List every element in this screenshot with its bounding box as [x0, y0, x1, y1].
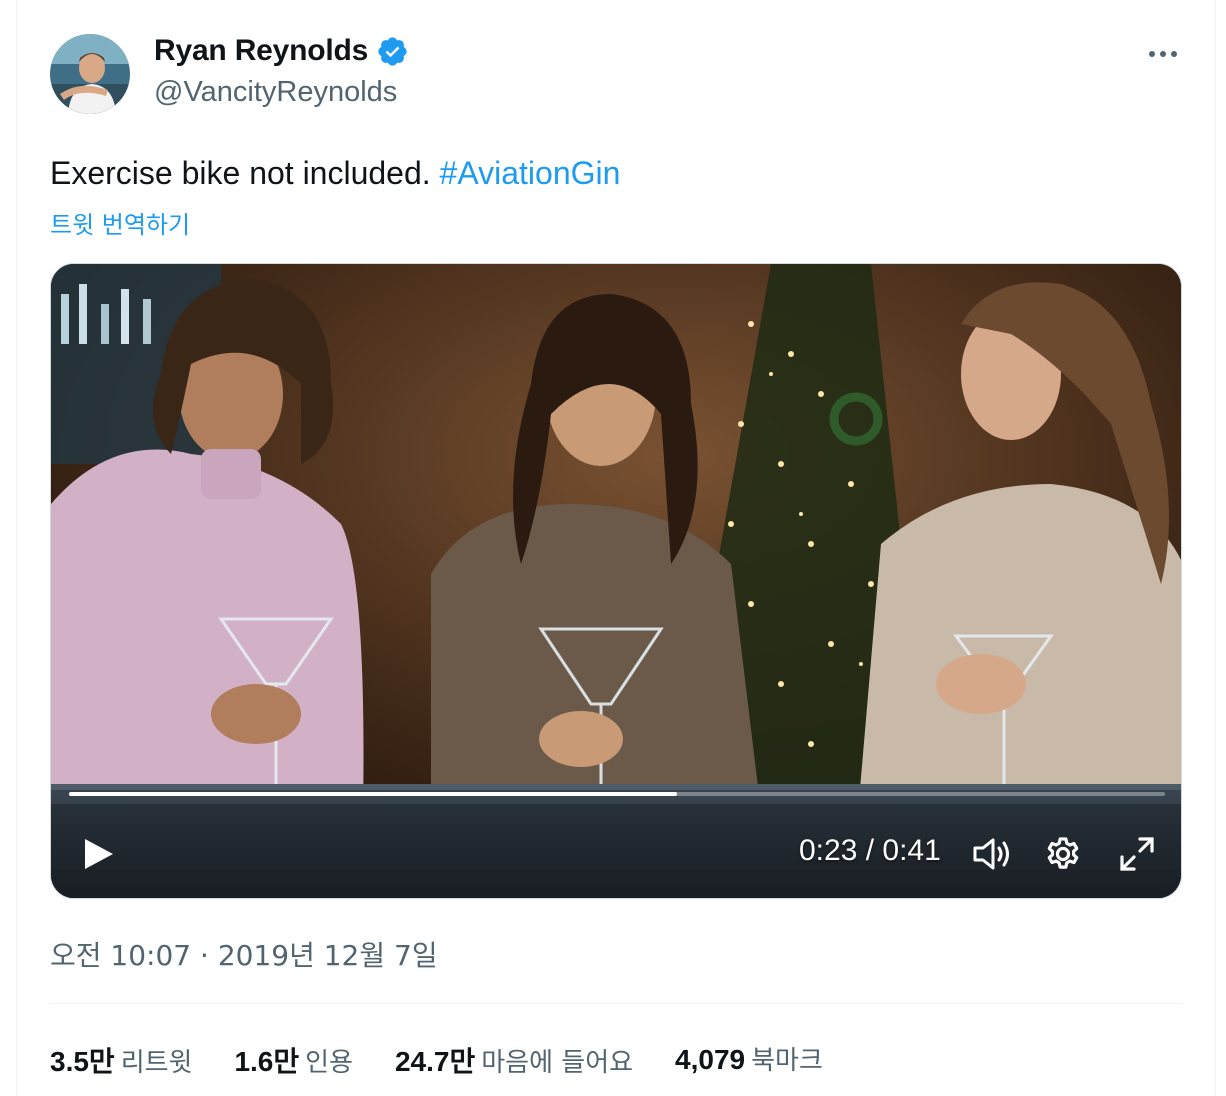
- stat-value: 24.7만: [394, 1046, 476, 1077]
- video-player[interactable]: 0:23 / 0:41: [50, 263, 1182, 899]
- translate-tweet-link[interactable]: 트윗 번역하기: [50, 205, 190, 240]
- divider: [50, 1003, 1182, 1004]
- fullscreen-button[interactable]: [1115, 832, 1159, 876]
- stat-value: 3.5만: [50, 1046, 115, 1077]
- volume-icon: [973, 838, 1009, 870]
- volume-button[interactable]: [969, 832, 1013, 876]
- play-icon: [85, 839, 113, 869]
- stat-label: 북마크: [751, 1046, 823, 1076]
- video-time-display: 0:23 / 0:41: [799, 834, 941, 867]
- stat-retweets[interactable]: 3.5만 리트윗: [50, 1040, 192, 1080]
- stat-label: 인용: [305, 1048, 353, 1078]
- settings-button[interactable]: [1041, 832, 1085, 876]
- video-progress-fill: [69, 792, 678, 796]
- avatar[interactable]: [50, 34, 130, 114]
- stat-likes[interactable]: 24.7만 마음에 들어요: [395, 1040, 633, 1080]
- more-options-button[interactable]: [1140, 36, 1186, 72]
- hashtag-link[interactable]: #AviationGin: [440, 155, 621, 191]
- author-handle[interactable]: @VancityReynolds: [154, 76, 397, 109]
- stat-label: 마음에 들어요: [481, 1048, 634, 1078]
- engagement-stats: 3.5만 리트윗 1.6만 인용 24.7만 마음에 들어요 4,079 북마크: [50, 1040, 865, 1080]
- stat-bookmarks[interactable]: 4,079 북마크: [675, 1040, 823, 1080]
- stat-value: 4,079: [675, 1044, 746, 1075]
- author-display-name[interactable]: Ryan Reynolds: [154, 34, 368, 68]
- more-icon: [1149, 51, 1177, 57]
- fullscreen-icon: [1120, 837, 1154, 871]
- stat-value: 1.6만: [234, 1046, 300, 1077]
- video-frame: [51, 264, 1181, 898]
- verified-badge-icon: [378, 36, 407, 66]
- gear-icon: [1047, 837, 1079, 869]
- tweet-body: Exercise bike not included.: [50, 155, 431, 191]
- tweet-text: Exercise bike not included. #AviationGin: [50, 153, 620, 193]
- stat-label: 리트윗: [120, 1048, 193, 1078]
- tweet-timestamp[interactable]: 오전 10:07 · 2019년 12월 7일: [50, 934, 438, 974]
- video-progress-bar[interactable]: [69, 792, 1165, 796]
- stat-quotes[interactable]: 1.6만 인용: [234, 1040, 353, 1080]
- play-button[interactable]: [79, 832, 119, 876]
- author-name-row[interactable]: Ryan Reynolds: [154, 34, 409, 68]
